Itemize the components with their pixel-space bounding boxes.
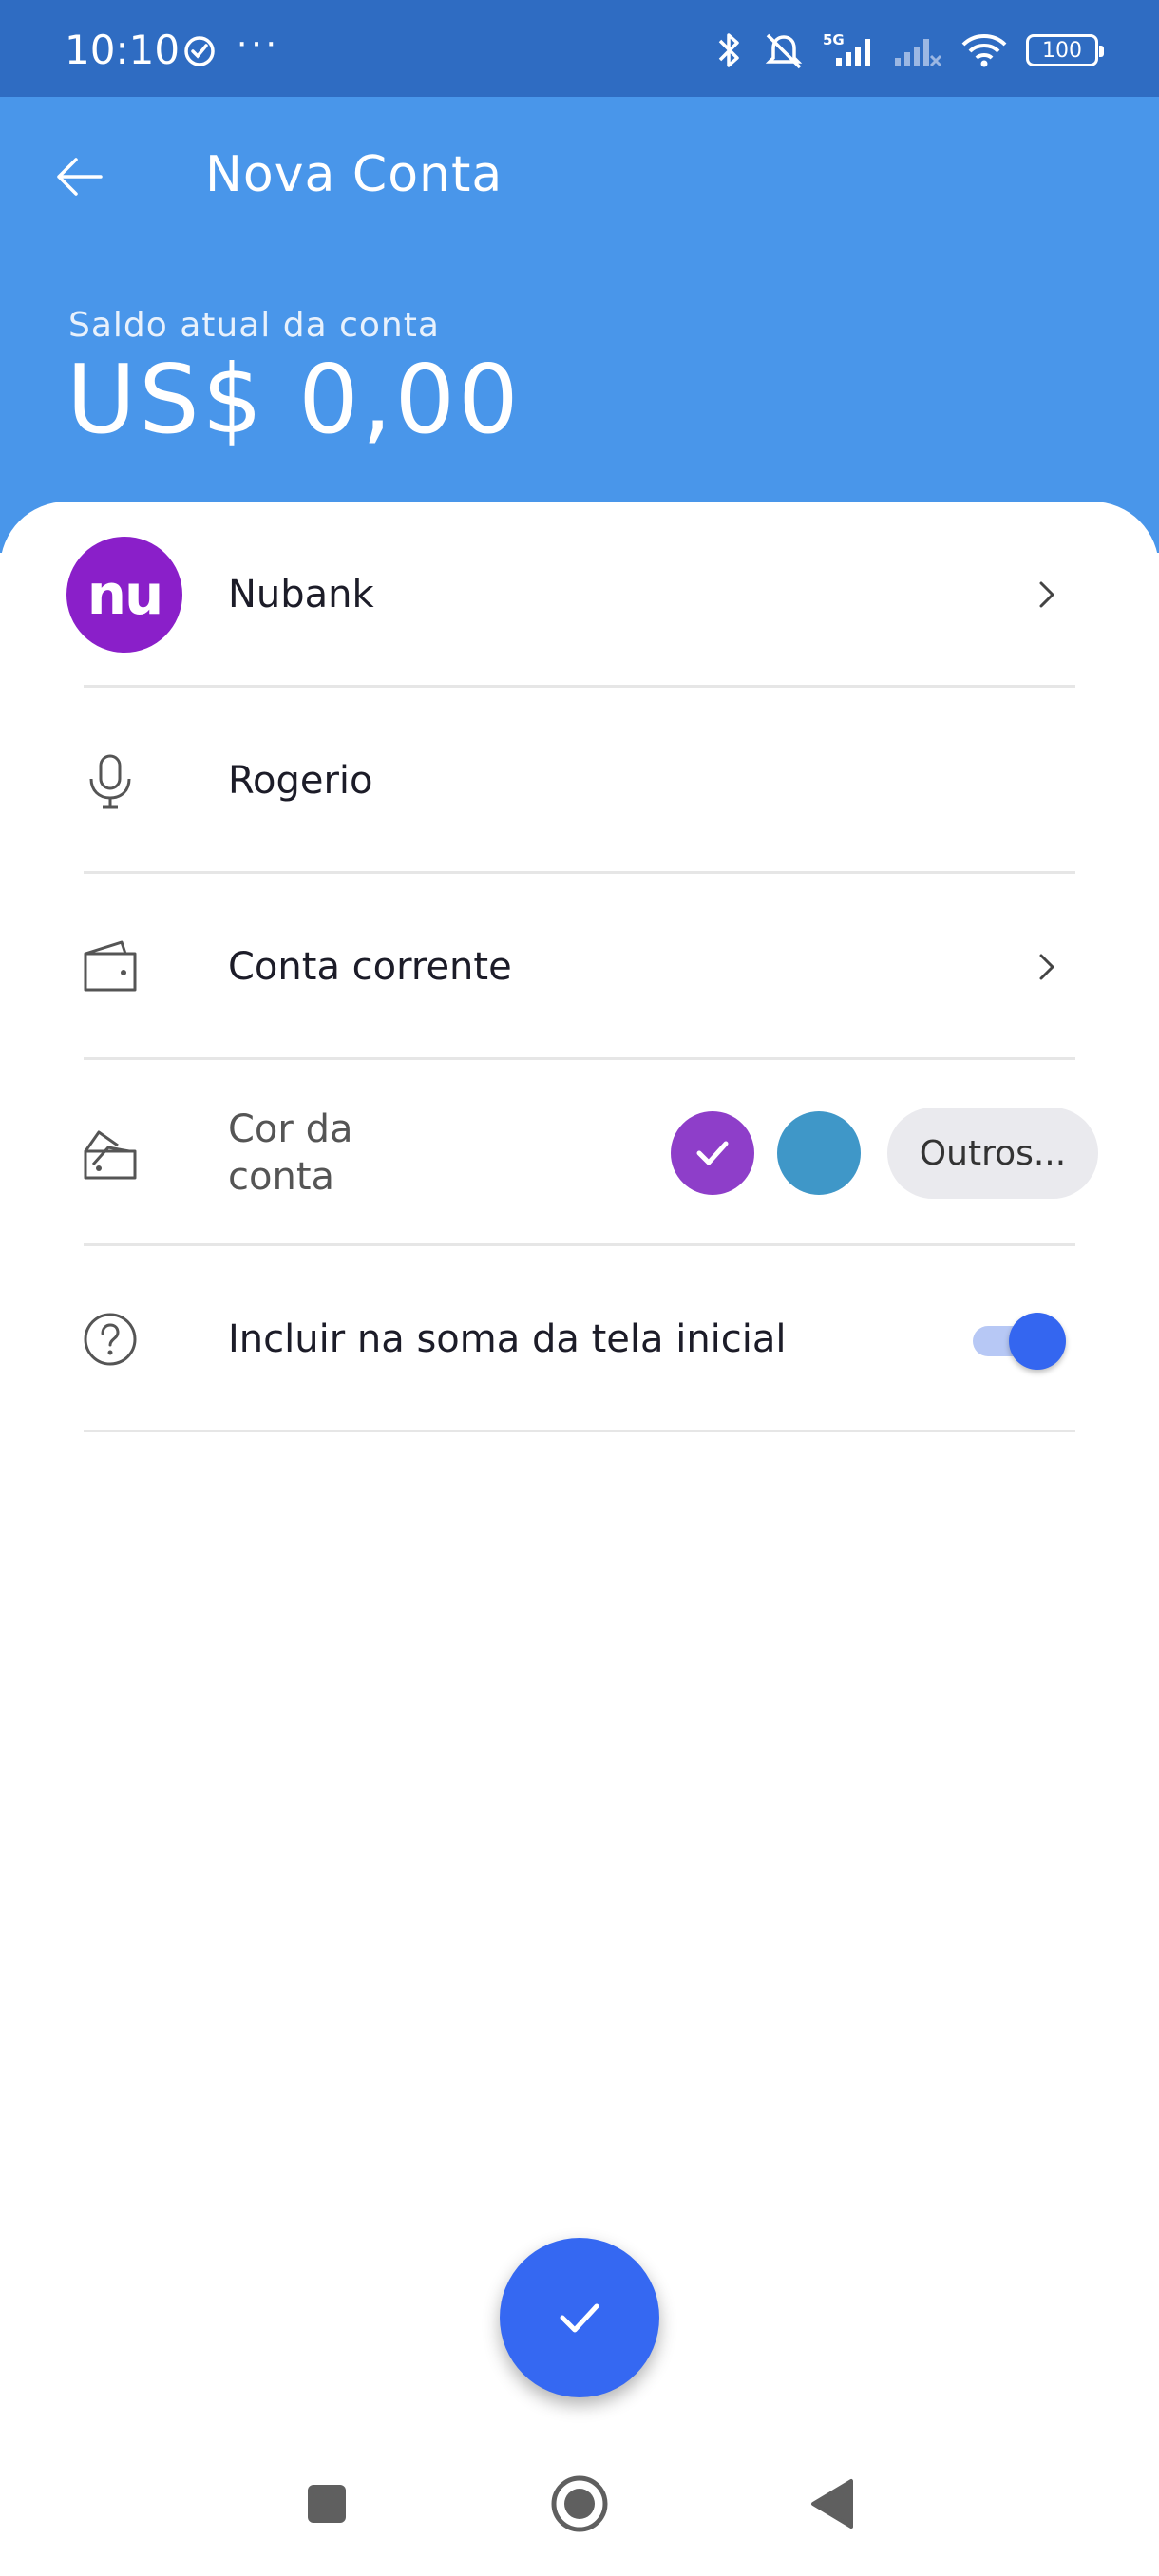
check-icon xyxy=(560,2303,599,2333)
divider xyxy=(84,1430,1075,1432)
battery-level: 100 xyxy=(1042,38,1082,63)
square-icon xyxy=(308,2485,346,2523)
more-dots-icon: ··· xyxy=(236,21,279,63)
home-circle-icon xyxy=(551,2475,608,2532)
account-type-value: Conta corrente xyxy=(228,945,512,989)
signal-label: 5G xyxy=(823,31,845,48)
account-name-row[interactable]: Rogerio xyxy=(0,688,1159,874)
back-nav-button[interactable] xyxy=(794,2466,870,2542)
chevron-right-icon xyxy=(1039,954,1054,980)
account-color-row: Cor da conta Outros... xyxy=(0,1060,1159,1246)
color-swatch-purple[interactable] xyxy=(671,1111,754,1195)
mute-bell-icon xyxy=(765,33,803,69)
home-button[interactable] xyxy=(542,2466,618,2542)
palette-icon xyxy=(84,1130,137,1180)
status-bar: 10:10 ··· 5G 100 xyxy=(0,0,1159,97)
check-circle-icon xyxy=(184,36,215,66)
include-sum-row: Incluir na soma da tela inicial xyxy=(0,1246,1159,1432)
confirm-button[interactable] xyxy=(500,2238,659,2397)
include-sum-label: Incluir na soma da tela inicial xyxy=(228,1317,787,1361)
arrow-left-icon xyxy=(57,158,103,196)
bluetooth-icon xyxy=(718,33,739,67)
app-header: Nova Conta Saldo atual da conta US$ 0,00 xyxy=(0,97,1159,553)
signal-weak-icon xyxy=(895,39,942,67)
other-colors-button[interactable]: Outros... xyxy=(887,1108,1098,1199)
bank-row[interactable]: nu Nubank xyxy=(0,502,1159,688)
recents-button[interactable] xyxy=(289,2466,365,2542)
status-icons: 5G 100 xyxy=(712,27,1104,74)
balance-label: Saldo atual da conta xyxy=(68,306,440,345)
chevron-right-icon xyxy=(1039,581,1054,608)
battery-icon: 100 xyxy=(1026,34,1104,66)
status-time: 10:10 xyxy=(65,27,180,73)
bank-name: Nubank xyxy=(228,573,374,616)
account-name-field[interactable]: Rogerio xyxy=(228,759,373,803)
system-nav-bar xyxy=(0,2432,1159,2576)
signal-5g-icon: 5G xyxy=(823,31,870,66)
account-type-row[interactable]: Conta corrente xyxy=(0,874,1159,1060)
include-sum-toggle[interactable] xyxy=(973,1309,1068,1370)
color-swatch-blue[interactable] xyxy=(777,1111,861,1195)
toggle-thumb xyxy=(1009,1313,1066,1370)
account-color-label: Cor da conta xyxy=(228,1108,353,1199)
page-title: Nova Conta xyxy=(205,146,504,203)
help-circle-icon[interactable] xyxy=(80,1309,141,1370)
balance-value[interactable]: US$ 0,00 xyxy=(66,344,522,455)
triangle-back-icon xyxy=(811,2479,853,2529)
check-icon xyxy=(696,1141,729,1165)
wifi-icon xyxy=(961,34,1007,67)
back-button[interactable] xyxy=(49,146,110,207)
microphone-icon[interactable] xyxy=(80,750,141,811)
wallet-icon xyxy=(84,940,137,992)
nubank-logo: nu xyxy=(66,537,182,653)
